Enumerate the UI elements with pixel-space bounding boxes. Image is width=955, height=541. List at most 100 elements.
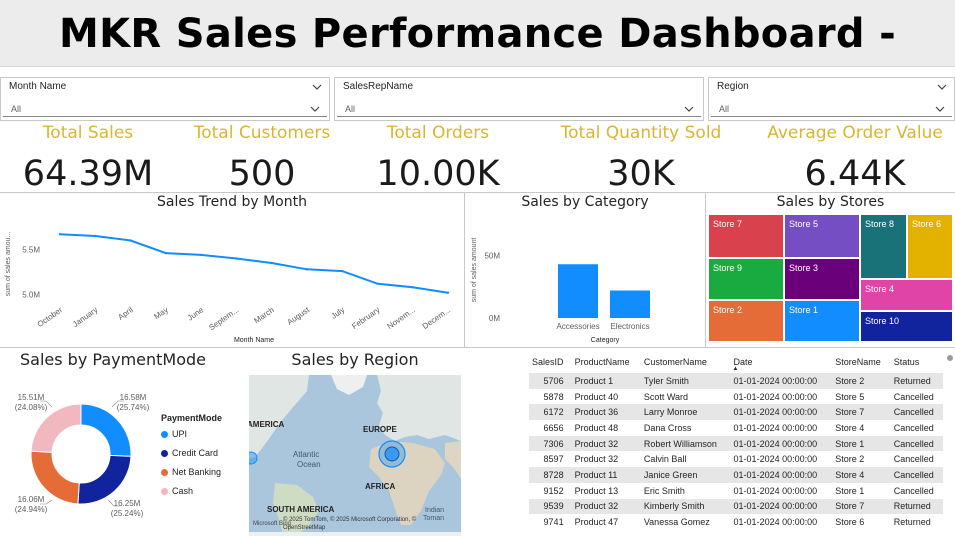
map-label-africa: AFRICA <box>365 482 396 491</box>
chevron-down-icon[interactable] <box>934 103 946 115</box>
table-cell: Product 40 <box>574 391 619 402</box>
slicer-dropdown[interactable]: All <box>711 99 952 117</box>
x-tick-label: Novem... <box>385 305 416 331</box>
treemap-tile-store-5[interactable]: Store 5 <box>784 214 860 258</box>
table-row[interactable]: 9741 Product 47 Vanessa Gomez 01-01-2024 00… <box>529 514 943 530</box>
sales-region-map[interactable]: AMERICA Atlantic Ocean EUROPE AFRICA SOU… <box>249 375 461 536</box>
column-header-date[interactable]: Date ▲ <box>731 351 833 373</box>
x-tick-label: August <box>285 305 311 327</box>
table-row[interactable]: 9539 Product 32 Kimberly Smith 01-01-2024 0… <box>529 498 943 515</box>
x-tick-label: March <box>252 305 275 325</box>
divider <box>0 347 955 348</box>
chevron-down-icon[interactable] <box>936 81 948 93</box>
treemap-tile-store-8[interactable]: Store 8 <box>860 214 907 279</box>
table-row[interactable]: 6656 Product 48 Dana Cross 01-01-2024 00:00… <box>529 420 943 436</box>
treemap-tile-store-1[interactable]: Store 1 <box>784 300 860 342</box>
sales-payment-panel[interactable]: Sales by PaymentMode 16.58M (25.74%) 16.2… <box>0 349 245 541</box>
table-row[interactable]: 5878 Product 40 Scott Ward 01-01-2024 00:00… <box>529 389 943 405</box>
table-scrollbar[interactable] <box>947 355 953 361</box>
sales-trend-chart[interactable]: 5.5M 5.0M sum of sales amou... October Janua… <box>0 194 464 347</box>
table-cell: Store 4 <box>832 467 891 483</box>
table-cell: Product 11 <box>571 467 641 483</box>
map-attribution[interactable]: © 2025 TomTom, © 2025 Microsoft Corporat… <box>283 516 457 532</box>
column-header-productname[interactable]: ProductName <box>572 351 641 373</box>
table-cell: Cancelled <box>893 422 934 433</box>
slicer-dropdown[interactable]: All <box>3 99 327 117</box>
treemap-tile-store-3[interactable]: Store 3 <box>784 258 860 300</box>
data-point <box>305 268 309 271</box>
chevron-down-icon[interactable] <box>683 103 695 115</box>
treemap-tile-store-2[interactable]: Store 2 <box>708 300 784 342</box>
slice-label-net-banking: 16.06M (24.94%) <box>14 495 48 514</box>
legend-dot-icon <box>161 431 168 438</box>
slicer-dropdown[interactable]: All <box>337 99 701 117</box>
slicer-month-name[interactable]: Month Name All <box>0 77 330 121</box>
data-point <box>164 251 168 255</box>
map-label-america: AMERICA <box>249 420 285 429</box>
treemap-tile-store-7[interactable]: Store 7 <box>708 214 784 258</box>
map-label-south-america: SOUTH AMERICA <box>267 505 335 514</box>
table-cell: Product 32 <box>574 454 619 465</box>
treemap-tile-store-10[interactable]: Store 10 <box>860 311 953 342</box>
table-row[interactable]: 5706 Product 1 Tyler Smith 01-01-2024 00:00… <box>529 373 943 389</box>
treemap-tile-store-4[interactable]: Store 4 <box>860 279 953 311</box>
legend-item-cash[interactable]: Cash <box>161 486 193 496</box>
column-header-customername[interactable]: CustomerName <box>641 351 731 373</box>
map-label-atlantic: Atlantic <box>293 450 320 459</box>
table-cell: Cancelled <box>890 467 943 483</box>
kpi-label: Total Sales <box>42 123 134 143</box>
table-cell: Calvin Ball <box>643 454 687 465</box>
x-tick-label: Electronics <box>610 322 649 331</box>
x-tick-label: July <box>330 305 347 321</box>
table-cell: 01-01-2024 00:00:00 <box>733 391 818 402</box>
table-cell: Cancelled <box>893 454 934 465</box>
y-tick-label: 5.0M <box>22 291 40 300</box>
tile-label: Store 10 <box>865 316 900 326</box>
kpi-average-order-value: Average Order Value 6.44K <box>758 122 952 194</box>
chevron-down-icon[interactable] <box>309 103 321 115</box>
tile-label: Store 1 <box>789 305 819 315</box>
sales-detail-table[interactable]: SalesID ProductName CustomerName Date ▲ S… <box>529 351 943 530</box>
data-point <box>199 253 203 257</box>
table-row[interactable]: 9152 Product 13 Eric Smith 01-01-2024 00:00… <box>529 483 943 499</box>
column-header-storename[interactable]: StoreName <box>832 351 890 373</box>
slicer-region[interactable]: Region All <box>708 77 955 121</box>
sales-trend-panel[interactable]: Sales Trend by Month 5.5M 5.0M sum of sale… <box>0 194 464 347</box>
table-cell: Cancelled <box>890 404 943 421</box>
legend-item-upi[interactable]: UPI <box>161 429 187 439</box>
table-row[interactable]: 6172 Product 36 Larry Monroe 01-01-2024 00:… <box>529 404 943 421</box>
chevron-down-icon[interactable] <box>311 81 323 93</box>
column-header-salesid[interactable]: SalesID <box>529 351 572 373</box>
treemap-tile-store-9[interactable]: Store 9 <box>708 258 784 300</box>
slicer-salesrep-name[interactable]: SalesRepName All <box>334 77 704 121</box>
treemap-tile-store-6[interactable]: Store 6 <box>907 214 953 279</box>
table-cell: Janice Green <box>640 467 731 483</box>
kpi-value: 500 <box>228 154 296 194</box>
y-axis-label: sum of sales amou... <box>5 232 12 297</box>
sales-category-chart[interactable]: 50M 0M sum of sales amount Accessories Elect… <box>465 194 705 347</box>
sales-stores-panel[interactable]: Sales by Stores Store 7 Store 5 Store 8 … <box>706 194 955 347</box>
table-row[interactable]: 8728 Product 11 Janice Green 01-01-2024 00:… <box>529 467 943 483</box>
table-cell: 6172 <box>529 404 572 421</box>
table-row[interactable]: 7306 Product 32 Robert Williamson 01-01-202… <box>529 435 943 452</box>
region-bubble-europe-inner <box>384 446 400 462</box>
sales-category-panel[interactable]: Sales by Category 50M 0M sum of sales amou… <box>465 194 705 347</box>
table-cell: 01-01-2024 00:00:00 <box>730 435 833 452</box>
donut-slice <box>77 454 132 505</box>
table-cell: Dana Cross <box>643 422 692 433</box>
data-point <box>411 286 414 289</box>
legend-dot-icon <box>161 450 168 457</box>
category-bar <box>558 264 598 318</box>
legend-item-credit-card[interactable]: Credit Card <box>161 448 218 458</box>
table-cell: Kimberly Smith <box>640 498 731 515</box>
table-cell: Store 2 <box>832 373 891 389</box>
legend-item-net-banking[interactable]: Net Banking <box>161 467 221 477</box>
kpi-total-orders: Total Orders 10.00K <box>368 122 508 194</box>
table-row[interactable]: 8597 Product 32 Calvin Ball 01-01-2024 00:0… <box>529 451 943 467</box>
table-cell: Returned <box>890 498 943 515</box>
table-cell: Returned <box>890 373 943 389</box>
table-cell: Robert Williamson <box>640 435 731 452</box>
table-cell: 8597 <box>543 454 564 465</box>
column-header-status[interactable]: Status <box>891 351 943 373</box>
table-cell: Store 4 <box>835 422 865 433</box>
